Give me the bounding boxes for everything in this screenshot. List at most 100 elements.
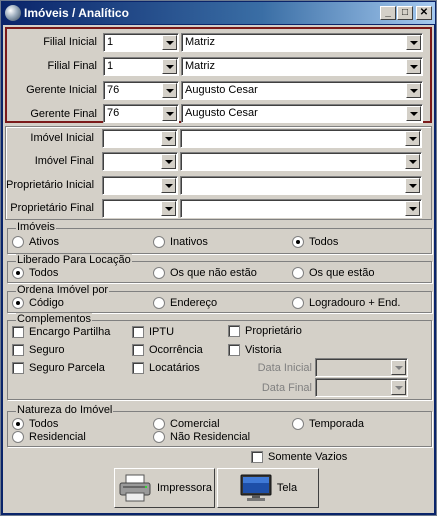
radio-natureza-nao-residencial[interactable]: Não Residencial [153,431,250,443]
filial-gerente-panel: Filial Inicial 1 Matriz Filial Final 1 M… [5,27,432,123]
chevron-down-icon[interactable] [162,83,177,98]
filial-final-code-combo[interactable]: 1 [103,57,179,76]
chevron-down-icon[interactable] [405,154,420,169]
radio-natureza-temporada[interactable]: Temporada [292,418,364,430]
radio-liberado-estao[interactable]: Os que estão [292,267,374,279]
radio-ordena-endereco[interactable]: Endereço [153,297,217,309]
radio-indicator[interactable] [153,431,165,443]
imovel-inicial-name-combo[interactable] [180,129,422,148]
chevron-down-icon[interactable] [391,380,406,395]
radio-imoveis-inativos[interactable]: Inativos [153,236,208,248]
ordena-legend: Ordena Imóvel por [16,284,110,296]
radio-natureza-todos[interactable]: Todos [12,418,58,430]
chevron-down-icon[interactable] [162,35,177,50]
chevron-down-icon[interactable] [162,106,177,121]
radio-imoveis-todos[interactable]: Todos [292,236,338,248]
radio-indicator[interactable] [153,236,165,248]
radio-liberado-todos[interactable]: Todos [12,267,58,279]
app-icon [5,5,21,21]
chevron-down-icon[interactable] [406,106,421,121]
check-encargo-partilha[interactable]: Encargo Partilha [12,326,110,338]
chevron-down-icon[interactable] [405,178,420,193]
checkbox-box[interactable] [12,326,24,338]
checkbox-box[interactable] [132,326,144,338]
impressora-label: Impressora [156,482,213,494]
data-inicial-combo[interactable] [315,358,408,377]
checkbox-box[interactable] [12,362,24,374]
proprietario-inicial-code-combo[interactable] [102,176,178,195]
filial-inicial-name-combo[interactable]: Matriz [181,33,423,52]
checkbox-box[interactable] [228,344,240,356]
radio-indicator[interactable] [12,431,24,443]
imovel-final-name-combo[interactable] [180,152,422,171]
chevron-down-icon[interactable] [405,201,420,216]
checkbox-box[interactable] [251,451,263,463]
gerente-final-code-combo[interactable]: 76 [103,104,179,123]
filial-final-name-combo[interactable]: Matriz [181,57,423,76]
chevron-down-icon[interactable] [406,59,421,74]
check-proprietario[interactable]: Proprietário [228,325,302,337]
filial-inicial-code-combo[interactable]: 1 [103,33,179,52]
radio-liberado-nao-estao[interactable]: Os que não estão [153,267,257,279]
radio-natureza-residencial[interactable]: Residencial [12,431,86,443]
tela-button[interactable]: Tela [217,468,319,508]
chevron-down-icon[interactable] [405,131,420,146]
radio-indicator[interactable] [292,236,304,248]
radio-indicator[interactable] [153,297,165,309]
radio-indicator[interactable] [153,418,165,430]
check-ocorrencia[interactable]: Ocorrência [132,344,203,356]
chevron-down-icon[interactable] [406,35,421,50]
title-bar: Imóveis / Analítico _ □ ✕ [2,2,435,24]
check-locatarios[interactable]: Locatários [132,362,200,374]
imoveis-group: Imóveis Ativos Inativos Todos [7,221,432,254]
imovel-proprietario-panel: Imóvel Inicial Imóvel Final Proprietário… [5,126,432,220]
impressora-button[interactable]: Impressora [114,468,215,508]
checkbox-box[interactable] [132,344,144,356]
radio-imoveis-ativos[interactable]: Ativos [12,236,59,248]
radio-ordena-codigo[interactable]: Código [12,297,64,309]
radio-indicator[interactable] [292,267,304,279]
gerente-final-name-combo[interactable]: Augusto Cesar [181,104,423,123]
chevron-down-icon[interactable] [162,59,177,74]
radio-indicator[interactable] [12,236,24,248]
complementos-group: Complementos Encargo Partilha IPTU Propr… [7,313,432,400]
radio-indicator[interactable] [292,297,304,309]
checkbox-box[interactable] [228,325,240,337]
gerente-inicial-code-combo[interactable]: 76 [103,81,179,100]
filter-label-gerente-inicial: Gerente Inicial [26,84,97,96]
natureza-group: Natureza do Imóvel Todos Comercial Tempo… [7,404,432,447]
radio-indicator[interactable] [12,267,24,279]
radio-natureza-comercial[interactable]: Comercial [153,418,220,430]
radio-ordena-logradouro[interactable]: Logradouro + End. [292,297,400,309]
checkbox-box[interactable] [12,344,24,356]
chevron-down-icon[interactable] [161,178,176,193]
check-somente-vazios[interactable]: Somente Vazios [251,451,347,463]
minimize-button[interactable]: _ [380,6,396,20]
proprietario-final-name-combo[interactable] [180,199,422,218]
filter-label-gerente-final: Gerente Final [30,108,97,120]
close-button[interactable]: ✕ [416,6,432,20]
liberado-legend: Liberado Para Locação [16,254,132,266]
check-vistoria[interactable]: Vistoria [228,344,281,356]
filter-label-proprietario-inicial: Proprietário Inicial [6,179,95,191]
gerente-inicial-name-combo[interactable]: Augusto Cesar [181,81,423,100]
chevron-down-icon[interactable] [391,360,406,375]
radio-indicator[interactable] [12,297,24,309]
radio-indicator[interactable] [12,418,24,430]
imovel-inicial-code-combo[interactable] [102,129,178,148]
chevron-down-icon[interactable] [161,154,176,169]
check-seguro[interactable]: Seguro [12,344,64,356]
maximize-button[interactable]: □ [397,6,413,20]
chevron-down-icon[interactable] [161,131,176,146]
check-iptu[interactable]: IPTU [132,326,174,338]
chevron-down-icon[interactable] [406,83,421,98]
chevron-down-icon[interactable] [161,201,176,216]
proprietario-inicial-name-combo[interactable] [180,176,422,195]
radio-indicator[interactable] [153,267,165,279]
proprietario-final-code-combo[interactable] [102,199,178,218]
radio-indicator[interactable] [292,418,304,430]
check-seguro-parcela[interactable]: Seguro Parcela [12,362,105,374]
checkbox-box[interactable] [132,362,144,374]
data-final-combo[interactable] [315,378,408,397]
imovel-final-code-combo[interactable] [102,152,178,171]
